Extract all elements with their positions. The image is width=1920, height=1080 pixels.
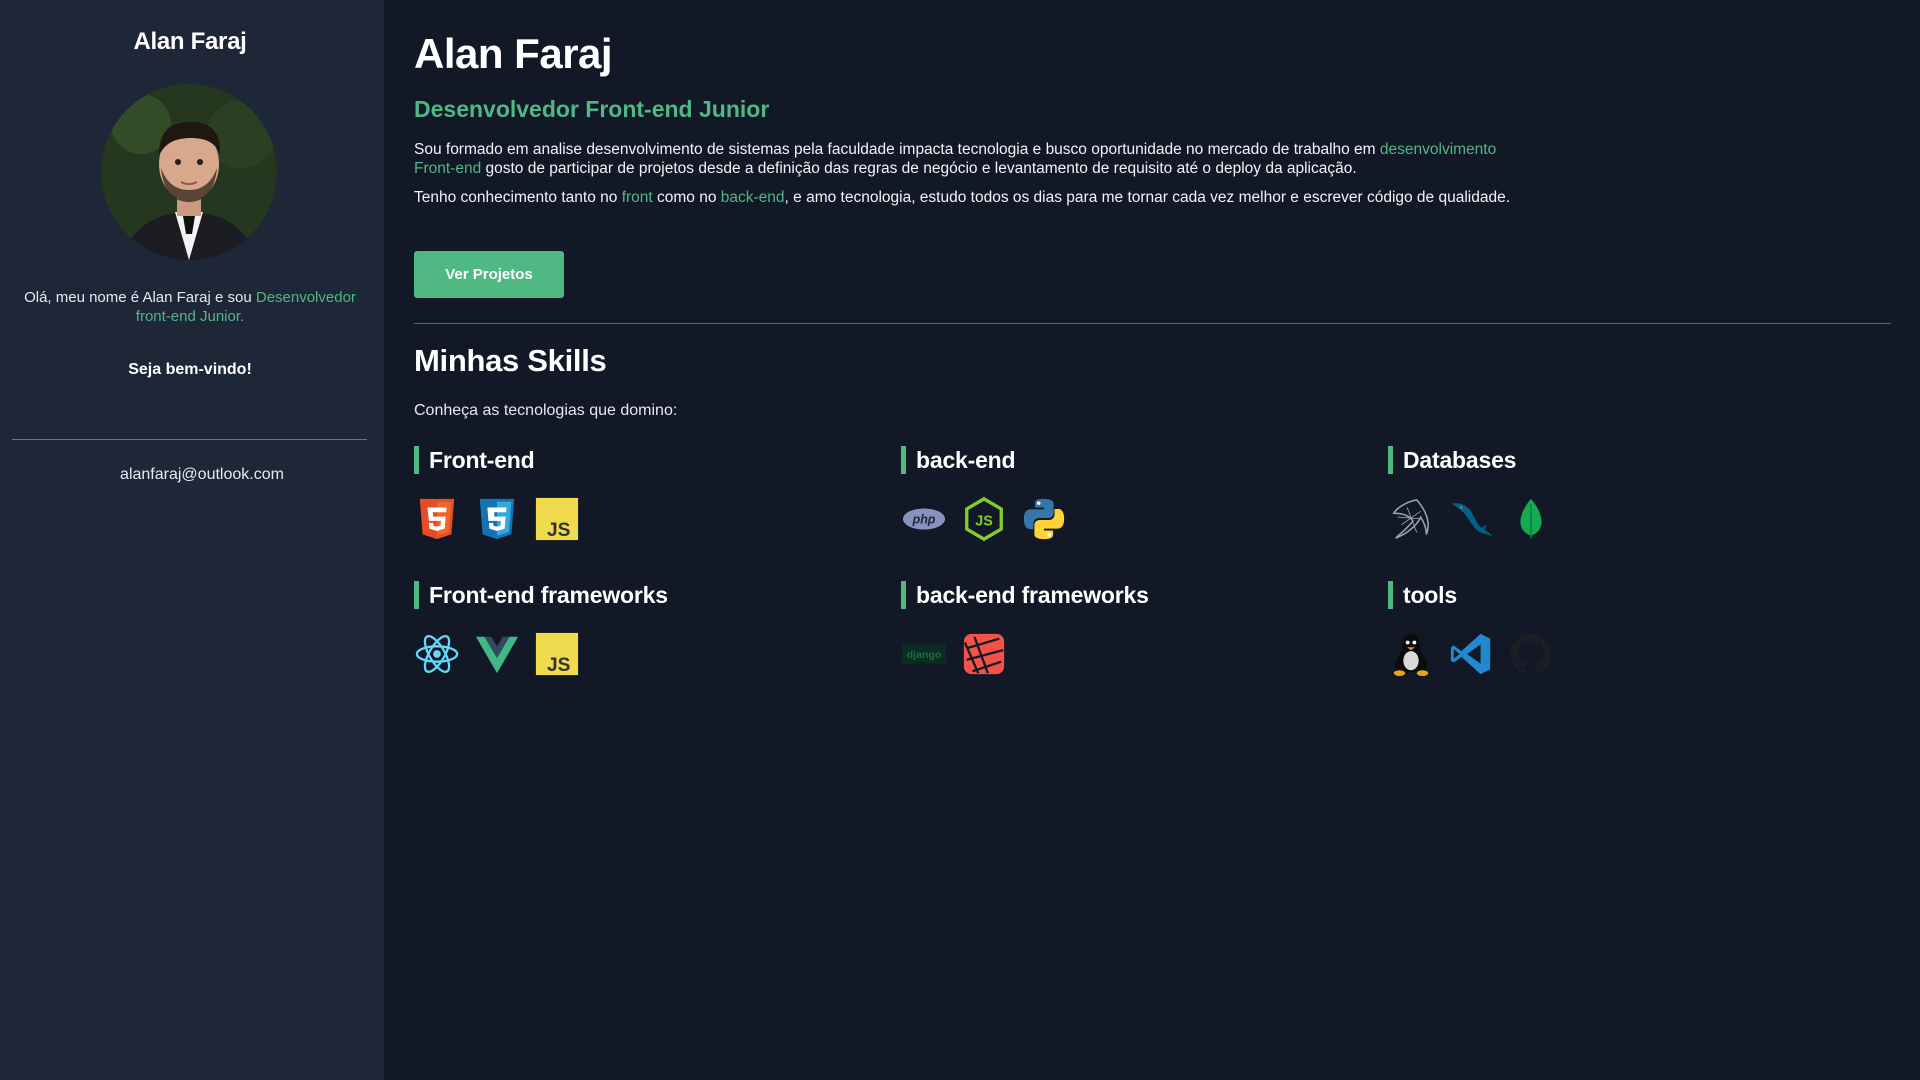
email-link[interactable]: alanfaraj@outlook.com [30,466,374,484]
mongodb-icon [1508,496,1554,542]
sidebar: Alan Faraj Olá, meu nome é Alan Faraj e … [0,0,384,1080]
skill-group-title: back-end frameworks [901,581,1341,609]
skill-group-title: tools [1388,581,1828,609]
django-icon: django [901,631,947,677]
skill-group-back-end-frameworks: back-end frameworks django [901,581,1341,677]
skill-group-databases: Databases [1388,446,1828,542]
vue-icon [474,631,520,677]
sidebar-divider [12,439,367,440]
about-paragraph-2: Tenho conhecimento tanto no front como n… [414,188,1524,207]
skill-icons: JS [414,631,854,677]
skill-icons [1388,631,1828,677]
avatar [101,84,277,260]
about-text: Tenho conhecimento tanto no [414,189,622,206]
intro-prefix: Olá, meu nome é Alan Faraj e sou [24,289,256,306]
python-icon [1021,496,1067,542]
skill-icons [1388,496,1828,542]
skill-group-title: Databases [1388,446,1828,474]
vscode-icon [1448,631,1494,677]
javascript-icon: JS [534,496,580,542]
mysql-icon [1448,496,1494,542]
about-highlight-front: front [621,189,653,206]
view-projects-button[interactable]: Ver Projetos [414,251,564,298]
javascript-icon-label: JS [547,520,571,541]
laravel-icon [961,631,1007,677]
php-icon: php [901,496,947,542]
about-text: como no [652,189,721,206]
about-paragraph-1: Sou formado em analise desenvolvimento d… [414,140,1524,178]
page-subtitle: Desenvolvedor Front-end Junior [414,96,770,122]
linux-icon [1388,631,1434,677]
sidebar-name: Alan Faraj [133,28,247,55]
javascript-icon: JS [534,631,580,677]
about-highlight-back-end: back-end [720,189,785,206]
html5-icon [414,496,460,542]
django-icon-label: django [907,649,942,661]
github-icon [1508,631,1554,677]
skill-group-tools: tools [1388,581,1828,677]
section-divider [414,323,1891,324]
skill-group-title: Front-end frameworks [414,581,854,609]
page-title: Alan Faraj [414,30,613,77]
skill-icons: php JS [901,496,1341,542]
skill-icons: JS [414,496,854,542]
skill-group-back-end: back-end php JS [901,446,1341,542]
javascript-icon-label: JS [547,655,571,676]
skill-group-title: back-end [901,446,1341,474]
skill-group-front-end: Front-end JS [414,446,854,542]
skill-group-title: Front-end [414,446,854,474]
about-text: Sou formado em analise desenvolvimento d… [414,141,1380,158]
php-icon-label: php [912,512,936,526]
about-text: , e amo tecnologia, estudo todos os dias… [784,189,1511,206]
skill-icons: django [901,631,1341,677]
about-text: gosto de participar de projetos desde a … [481,160,1357,177]
react-icon [414,631,460,677]
intro-text: Olá, meu nome é Alan Faraj e sou Desenvo… [12,288,368,326]
sql-server-icon [1388,496,1434,542]
css3-icon [474,496,520,542]
welcome-text: Seja bem-vindo! [128,361,252,378]
nodejs-icon: JS [961,496,1007,542]
skill-group-front-end-frameworks: Front-end frameworks JS [414,581,854,677]
skills-title: Minhas Skills [414,343,607,378]
nodejs-icon-label: JS [975,514,993,530]
skills-description: Conheça as tecnologias que domino: [414,402,678,419]
